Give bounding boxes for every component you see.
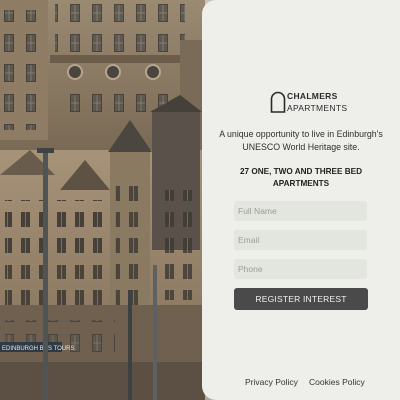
brand-name-line1: CHALMERS	[287, 91, 338, 101]
brand-name-line2: APARTMENTS	[287, 103, 348, 113]
apartments-subhead: 27 ONE, TWO AND THREE BED APARTMENTS	[239, 167, 363, 188]
arch-doorway-icon	[270, 91, 286, 113]
full-name-field[interactable]	[234, 201, 367, 221]
brand-logo[interactable]: CHALMERS APARTMENTS	[270, 90, 370, 116]
phone-field[interactable]	[234, 259, 367, 279]
register-interest-button[interactable]: REGISTER INTEREST	[234, 288, 368, 310]
cookies-policy-link[interactable]: Cookies Policy	[309, 377, 365, 387]
tagline: A unique opportunity to live in Edinburg…	[219, 129, 383, 152]
email-field[interactable]	[234, 230, 367, 250]
street-sign: EDINBURGH BUS TOURS	[2, 346, 74, 352]
registration-panel	[202, 0, 400, 400]
privacy-policy-link[interactable]: Privacy Policy	[245, 377, 298, 387]
